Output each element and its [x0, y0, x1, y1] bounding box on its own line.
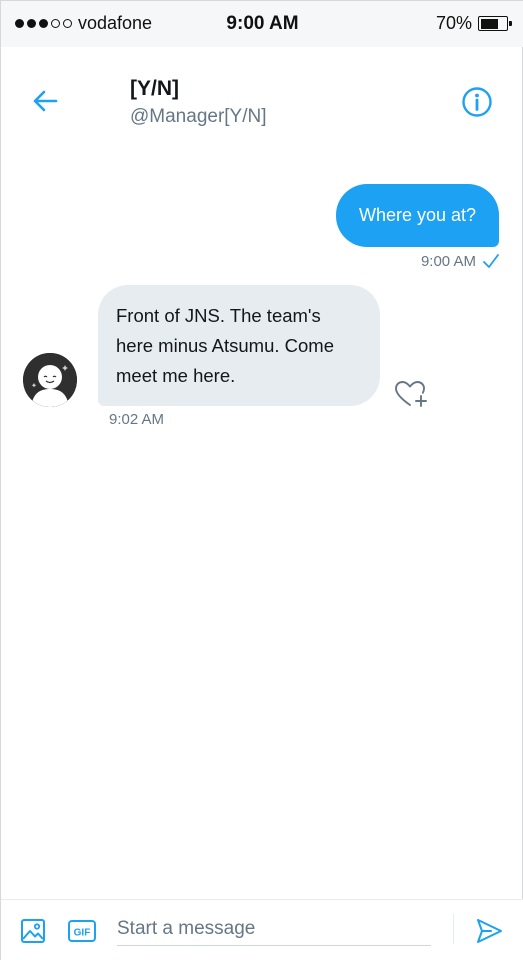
outgoing-message-meta: 9:00 AM [421, 252, 500, 270]
gif-icon[interactable]: GIF [68, 920, 96, 942]
outgoing-message-bubble[interactable]: Where you at? [336, 184, 499, 247]
avatar[interactable] [23, 353, 77, 407]
outgoing-message-text: Where you at? [358, 205, 477, 225]
battery-icon [478, 16, 512, 31]
message-input[interactable] [117, 912, 431, 946]
message-composer: GIF [1, 899, 523, 960]
image-icon[interactable] [20, 918, 46, 944]
avatar-face-icon [23, 353, 77, 407]
send-icon[interactable] [475, 917, 503, 945]
outgoing-message-time: 9:00 AM [420, 252, 476, 270]
composer-divider [453, 914, 454, 944]
incoming-message-bubble[interactable]: Front of JNS. The team's here minus Atsu… [98, 285, 380, 406]
battery-status: 70% [435, 13, 512, 34]
incoming-message-time: 9:02 AM [109, 411, 165, 428]
conversation-name: [Y/N] [130, 77, 179, 100]
status-bar: vodafone 9:00 AM 70% [1, 1, 523, 47]
incoming-message-text: Front of JNS. The team's here minus Atsu… [116, 305, 334, 386]
conversation-handle: @Manager[Y/N] [130, 106, 267, 127]
back-arrow-icon[interactable] [31, 87, 59, 115]
gif-label: GIF [74, 928, 91, 939]
app-frame: vodafone 9:00 AM 70% [Y/N] @Manager[Y/N]… [0, 0, 523, 960]
info-icon[interactable] [461, 86, 493, 118]
heart-plus-icon[interactable] [394, 379, 428, 409]
battery-percent: 70% [435, 13, 472, 33]
check-icon [483, 254, 499, 268]
battery-level-fill [480, 18, 498, 29]
